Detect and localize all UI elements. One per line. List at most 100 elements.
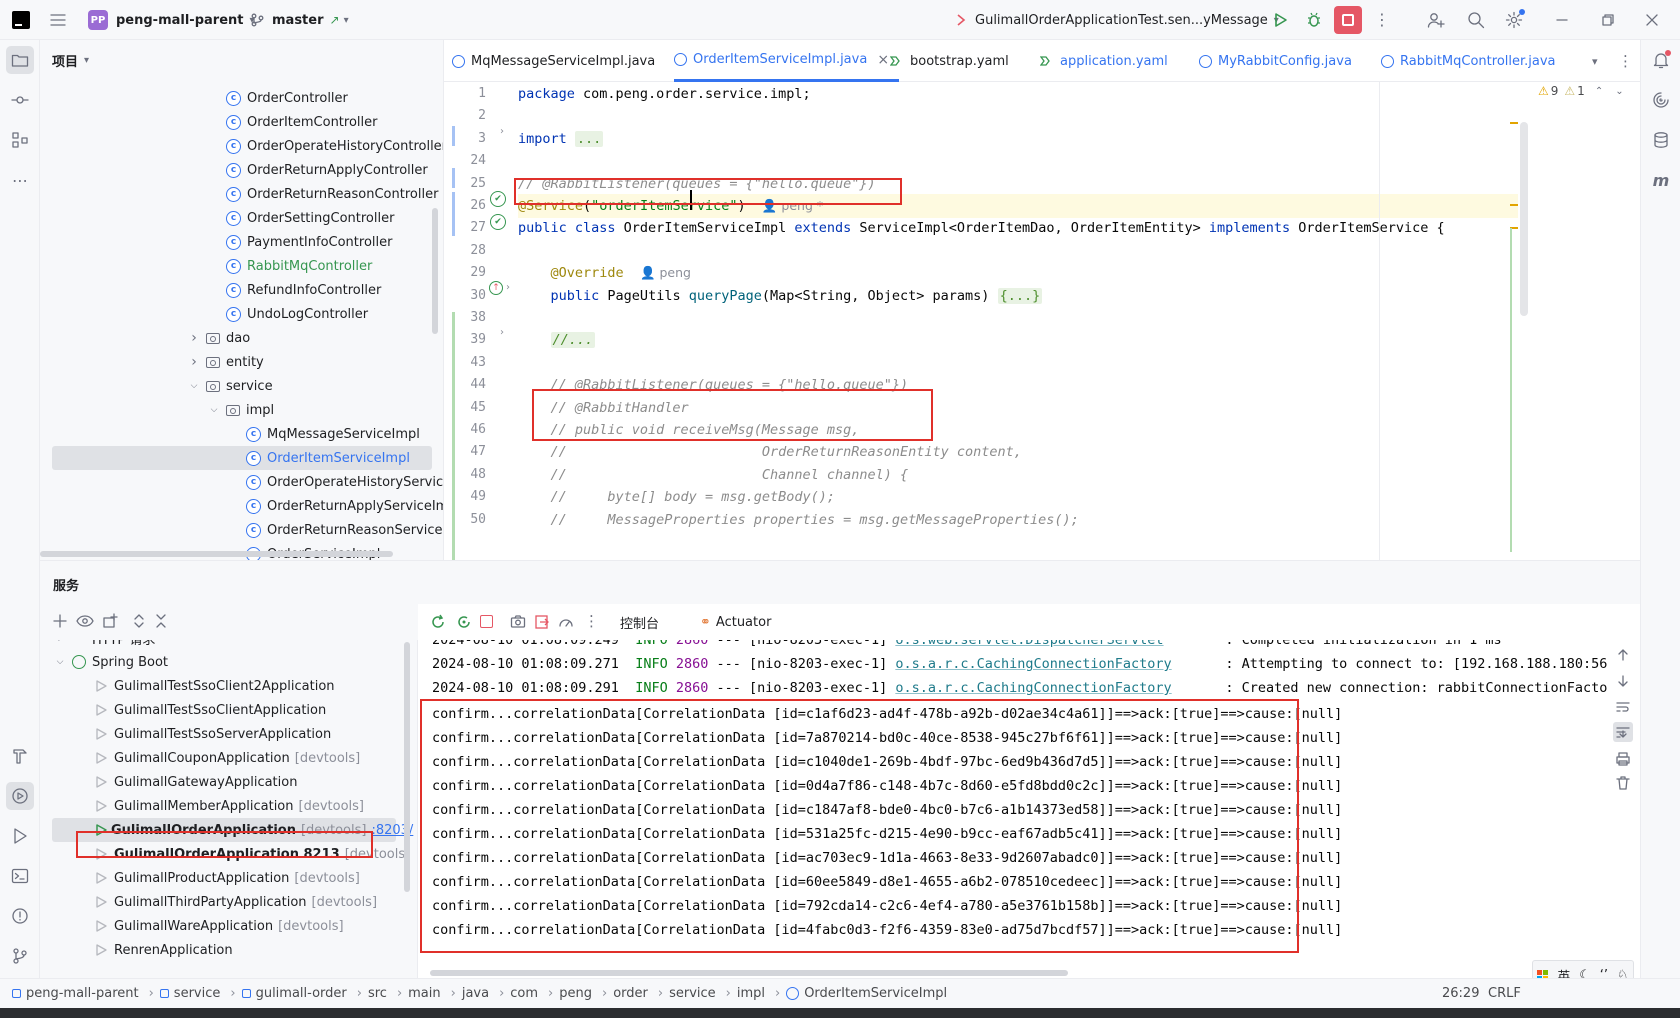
chevron-up-icon[interactable]: ⌃ bbox=[1595, 86, 1603, 97]
tab-console[interactable]: 控制台 bbox=[620, 604, 659, 640]
tabs-overflow-button[interactable]: ▾ bbox=[1592, 40, 1598, 82]
chevron-down-icon[interactable]: ⌵ bbox=[188, 380, 200, 392]
code-line[interactable]: package com.peng.order.service.impl; bbox=[518, 82, 811, 106]
breadcrumb-item[interactable]: gulimall-order bbox=[241, 986, 347, 1001]
service-item[interactable]: GulimallThirdPartyApplication [devtools] bbox=[94, 890, 377, 914]
project-tree-item[interactable]: c OrderSettingController bbox=[226, 206, 394, 230]
tab-application-yaml[interactable]: application.yaml bbox=[1040, 40, 1168, 82]
tab-mqmessageserviceimpl[interactable]: MqMessageServiceImpl.java bbox=[452, 40, 655, 82]
project-tree-item[interactable]: c OrderItemController bbox=[226, 110, 377, 134]
project-view-selector[interactable]: 项目 ▾ bbox=[52, 48, 89, 72]
spring-bean-icon[interactable]: ✔ bbox=[490, 214, 506, 230]
code-line[interactable]: import ... bbox=[518, 127, 604, 151]
fold-toggle-icon[interactable]: › bbox=[506, 282, 510, 293]
notifications-button[interactable] bbox=[1647, 46, 1675, 74]
project-tree-item[interactable]: c OrderController bbox=[226, 86, 348, 110]
view-options-button[interactable] bbox=[76, 613, 94, 629]
scroll-up-button[interactable] bbox=[1616, 648, 1630, 662]
project-tree-item[interactable]: › dao bbox=[188, 326, 250, 350]
tab-myrabbitconfig[interactable]: MyRabbitConfig.java bbox=[1199, 40, 1352, 82]
console-h-scrollbar[interactable] bbox=[430, 970, 1068, 976]
breadcrumb-item[interactable]: main bbox=[408, 986, 440, 1001]
clear-console-button[interactable] bbox=[1616, 776, 1630, 790]
commit-tool-button[interactable] bbox=[6, 86, 34, 114]
tab-actuator[interactable]: ⚭ Actuator bbox=[700, 604, 771, 640]
service-item[interactable]: GulimallTestSsoServerApplication bbox=[94, 722, 331, 746]
chevron-right-icon[interactable]: › bbox=[54, 640, 66, 646]
database-tool-button[interactable] bbox=[1647, 126, 1675, 154]
breadcrumb-item[interactable]: java bbox=[462, 986, 489, 1001]
project-tree-item[interactable]: c OrderReturnApplyServiceImpl bbox=[246, 494, 443, 518]
project-tree-item[interactable]: c OrderOperateHistoryController bbox=[226, 134, 443, 158]
project-tree-item[interactable]: c UndoLogController bbox=[226, 302, 368, 326]
services-scrollbar[interactable] bbox=[404, 642, 410, 892]
breadcrumb-item[interactable]: peng-mall-parent bbox=[12, 986, 139, 1001]
tab-orderitemserviceimpl[interactable]: OrderItemServiceImpl.java × bbox=[674, 40, 900, 82]
minimize-button[interactable] bbox=[1548, 6, 1576, 34]
breadcrumb-item[interactable]: com bbox=[510, 986, 538, 1001]
settings-button[interactable] bbox=[1500, 6, 1528, 34]
service-item[interactable]: GulimallCouponApplication [devtools] bbox=[94, 746, 360, 770]
rerun-devtools-button[interactable] bbox=[456, 614, 472, 630]
rerun-button[interactable] bbox=[430, 614, 446, 630]
project-tree-item[interactable]: ⌵ service bbox=[188, 374, 273, 398]
run-tool-button[interactable] bbox=[6, 822, 34, 850]
app-logo[interactable] bbox=[12, 0, 30, 40]
project-switcher[interactable]: PP peng-mall-parent ▾ bbox=[88, 0, 255, 40]
chevron-right-icon[interactable]: › bbox=[188, 330, 200, 346]
code-line[interactable]: public PageUtils queryPage(Map<String, O… bbox=[518, 284, 1043, 308]
scroll-to-end-button[interactable] bbox=[1613, 722, 1633, 742]
service-item[interactable]: GulimallTestSsoClient2Application bbox=[94, 674, 335, 698]
stop-service-button[interactable] bbox=[480, 614, 493, 628]
project-tree-item[interactable]: c RefundInfoController bbox=[226, 278, 381, 302]
run-config-selector[interactable]: GulimallOrderApplicationTest.sen...yMess… bbox=[955, 0, 1279, 40]
profiler-button[interactable] bbox=[558, 614, 574, 630]
breadcrumb-item[interactable]: peng bbox=[559, 986, 592, 1001]
code-line[interactable]: //... bbox=[518, 328, 596, 352]
branch-switcher[interactable]: master ↗ ▾ bbox=[250, 0, 349, 40]
line-ending[interactable]: CRLF bbox=[1488, 986, 1521, 1001]
service-item[interactable]: GulimallGatewayApplication bbox=[94, 770, 297, 794]
breadcrumb-item[interactable]: impl bbox=[737, 986, 765, 1001]
tab-rabbitmqcontroller[interactable]: RabbitMqController.java bbox=[1381, 40, 1556, 82]
project-tree-item[interactable]: c OrderItemServiceImpl bbox=[52, 446, 432, 470]
build-tool-button[interactable] bbox=[6, 742, 34, 770]
project-tree-item[interactable]: c PaymentInfoController bbox=[226, 230, 392, 254]
service-item[interactable]: GulimallMemberApplication [devtools] bbox=[94, 794, 364, 818]
project-tree-item[interactable]: › entity bbox=[188, 350, 264, 374]
override-method-icon[interactable]: ↑ bbox=[489, 281, 503, 295]
fold-toggle-icon[interactable]: › bbox=[500, 327, 504, 338]
more-options-button[interactable]: ⋮ bbox=[584, 612, 599, 630]
breadcrumb-item[interactable]: service bbox=[669, 986, 716, 1001]
code-line[interactable]: // Channel channel) { bbox=[518, 463, 909, 487]
print-button[interactable] bbox=[1616, 752, 1630, 766]
code-line[interactable]: // OrderReturnReasonEntity content, bbox=[518, 440, 1022, 464]
code-line[interactable]: // MessageProperties properties = msg.ge… bbox=[518, 508, 1079, 532]
project-tree-item[interactable]: c OrderReturnReasonServiceImp bbox=[246, 518, 443, 542]
log-logger[interactable]: o.s.a.r.c.CachingConnectionFactory bbox=[895, 676, 1225, 700]
service-item[interactable]: GulimallProductApplication [devtools] bbox=[94, 866, 360, 890]
breadcrumb-item[interactable]: OrderItemServiceImpl bbox=[786, 986, 947, 1001]
main-menu-icon[interactable] bbox=[44, 6, 72, 34]
caret-position[interactable]: 26:29 bbox=[1442, 986, 1479, 1001]
project-tree-item[interactable]: c OrderReturnReasonController bbox=[226, 182, 438, 206]
run-button[interactable] bbox=[1266, 6, 1294, 34]
project-tree-item[interactable]: c OrderOperateHistoryServiceIm bbox=[246, 470, 443, 494]
project-scrollbar[interactable] bbox=[432, 208, 438, 334]
service-item[interactable]: › APIHTTP 请求 bbox=[54, 640, 155, 650]
ai-assistant-button[interactable] bbox=[1647, 86, 1675, 114]
service-item[interactable]: GulimallTestSsoClientApplication bbox=[94, 698, 326, 722]
breadcrumb-item[interactable]: service bbox=[159, 986, 220, 1001]
inspection-widget[interactable]: ⚠ 9 ⚠ 1 ⌃ ⌄ bbox=[1538, 84, 1624, 98]
console-output[interactable]: 2024-08-10 01:08:09.249 INFO 2860 --- [n… bbox=[418, 640, 1608, 978]
restore-layout-button[interactable] bbox=[534, 614, 550, 630]
project-tree-item[interactable]: c OrderReturnApplyController bbox=[226, 158, 428, 182]
search-button[interactable] bbox=[1462, 6, 1490, 34]
more-tools-button[interactable]: ⋯ bbox=[6, 166, 34, 194]
project-tree-item[interactable]: c MqMessageServiceImpl bbox=[246, 422, 420, 446]
screenshot-button[interactable] bbox=[510, 614, 526, 630]
tabs-more-button[interactable]: ⋮ bbox=[1618, 40, 1633, 82]
code-line[interactable]: // byte[] body = msg.getBody(); bbox=[518, 485, 835, 509]
service-item[interactable]: GulimallWareApplication [devtools] bbox=[94, 914, 344, 938]
editor-scrollbar[interactable] bbox=[1520, 122, 1528, 316]
